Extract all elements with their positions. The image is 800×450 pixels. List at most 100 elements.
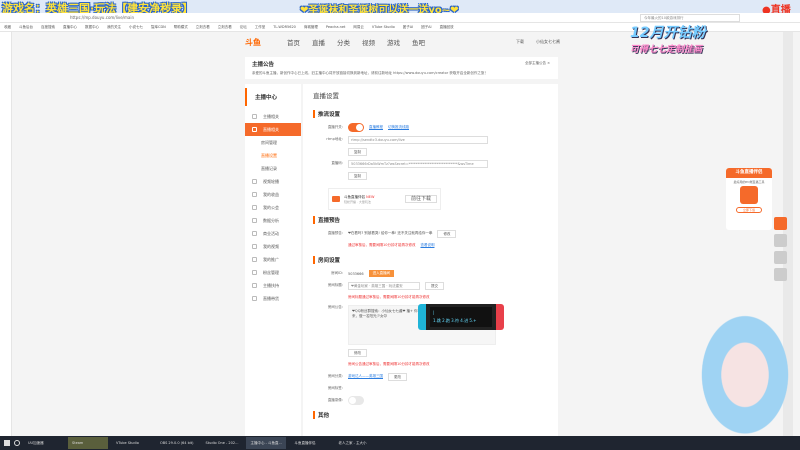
sidebar-sub-records[interactable]: 直播记录 xyxy=(245,162,301,175)
new-badge: NEW xyxy=(366,194,375,199)
bookmark-item[interactable]: 百度搜索 xyxy=(41,23,55,31)
bookmark-item[interactable]: VTube Studio xyxy=(372,23,395,31)
ad-desc: 最好用的PC端直播工具 xyxy=(733,180,765,184)
bookmark-item[interactable]: 智库CDN xyxy=(151,23,166,31)
taskbar-app[interactable]: Studio One - 202... xyxy=(202,437,243,449)
rtmp-field[interactable]: rtmp://sendtc3.douyu.com/live xyxy=(348,135,488,144)
overlay-candidates: 1.跳 2.跑 3.符 4.进 5.+ xyxy=(433,318,477,323)
bookmark-item[interactable]: 我的关注 xyxy=(107,23,121,31)
nav-game[interactable]: 游戏 xyxy=(387,37,400,47)
sidebar-item-anchor[interactable]: 主播相关 xyxy=(245,110,301,123)
sidebar-item[interactable]: 数据分析 xyxy=(245,214,301,227)
sidebar-item[interactable]: 主播扶持 xyxy=(245,279,301,292)
bookmark-item[interactable]: 斗鱼后台 xyxy=(19,23,33,31)
sidebar-sub-room[interactable]: 房间管理 xyxy=(245,136,301,149)
bookmark-item[interactable]: 商城管理 xyxy=(304,23,318,31)
copy-key-button[interactable]: 复制 xyxy=(348,171,367,180)
bookmark-item[interactable]: 立刻去看 xyxy=(218,23,232,31)
download-tool-button[interactable]: 前往下载 xyxy=(404,195,437,203)
headset-icon[interactable] xyxy=(774,268,787,281)
sidebar-sub-settings[interactable]: 直播设置 xyxy=(245,149,301,162)
bookmark-item[interactable]: 工作室 xyxy=(255,23,266,31)
taskbar-app[interactable]: 主播中心 - 斗鱼直... xyxy=(246,437,287,449)
sidebar-item[interactable]: 粉丝管理 xyxy=(245,266,301,279)
taskbar-app[interactable]: Steam xyxy=(68,437,108,449)
camera-icon xyxy=(332,196,340,202)
play-icon[interactable] xyxy=(774,217,787,230)
taskbar-app[interactable]: OBS 29.0.0 (64 bit) xyxy=(156,437,198,449)
sidebar-item[interactable]: 我的收益 xyxy=(245,188,301,201)
taskbar-app[interactable]: VTube Studio xyxy=(112,437,152,449)
taskbar-app[interactable]: 斗鱼直播伴侣 xyxy=(290,437,330,449)
sidebar-item[interactable]: 直播带货 xyxy=(245,292,301,305)
sidebar-item[interactable]: 我的视频 xyxy=(245,240,301,253)
sidebar-more-items: 视频轮播我的收益 我的公会 数据分析 商业活动 我的视频我的推广粉丝管理主播扶持直播带货 xyxy=(245,175,301,305)
search-icon[interactable] xyxy=(14,440,20,446)
enter-room-button[interactable]: 进入直播间 xyxy=(368,270,395,277)
change-category-button[interactable]: 更改 xyxy=(388,372,407,381)
nav-category[interactable]: 分类 xyxy=(337,37,350,47)
bookmark-item[interactable]: 团子AI xyxy=(421,23,431,31)
copy-rtmp-button[interactable]: 复制 xyxy=(348,147,367,156)
bookmark-item[interactable]: 直播中心 xyxy=(63,23,77,31)
game-icon[interactable] xyxy=(774,251,787,264)
ad-title: 斗鱼直播伴侣 xyxy=(726,168,772,178)
browser-search-input[interactable]: 今年最火的10款游戏排行 xyxy=(640,14,740,22)
bookmark-item[interactable]: 收藏 xyxy=(4,23,11,31)
promo-banner: 12月开钻粉 可得七七定制挂画 xyxy=(630,22,770,66)
sidebar-item[interactable]: 商业活动 xyxy=(245,227,301,240)
room-title-input[interactable]: ❤黄金玩家 · 英雄三国 · 玩法建安 xyxy=(348,281,420,290)
menu-icon xyxy=(252,179,257,184)
user-menu[interactable]: 小仙女七七酱 xyxy=(536,39,560,45)
taskbar-app[interactable]: 老人之家 - 主大小 xyxy=(334,437,374,449)
live-icon xyxy=(252,127,257,132)
url-input[interactable]: https://mp.douyu.com/live/main xyxy=(70,14,570,22)
bookmark-item[interactable]: 网易云 xyxy=(353,23,364,31)
stream-key-field[interactable]: 5033666rDa5kWmTz?wsSecret=**************… xyxy=(348,159,488,168)
download-link[interactable]: 下载 xyxy=(516,39,524,45)
sidebar-item-label: 视频轮播 xyxy=(263,179,279,184)
category-link[interactable]: 游戏达人——英雄三国 xyxy=(348,374,383,379)
sidebar-item-label: 直播相关 xyxy=(263,127,279,132)
nav-video[interactable]: 视频 xyxy=(362,37,375,47)
sidebar-item-label: 主播扶持 xyxy=(263,283,279,288)
edit-announcement-button[interactable]: 修改 xyxy=(348,348,367,357)
nav-live[interactable]: 直播 xyxy=(312,37,325,47)
live-toggle[interactable] xyxy=(348,123,364,132)
tag-label: 房间标签: xyxy=(327,386,343,390)
bookmark-item[interactable]: Peacha.net xyxy=(326,23,345,31)
edit-preview-button[interactable]: 修改 xyxy=(437,229,457,238)
nav-yuba[interactable]: 鱼吧 xyxy=(412,37,425,47)
tutorial-link[interactable]: 直播教程 xyxy=(369,125,383,130)
bookmark-item[interactable]: 论坛 xyxy=(240,23,247,31)
bookmark-item[interactable]: 直播回放 xyxy=(440,23,454,31)
douyu-logo[interactable]: 斗鱼 xyxy=(245,37,275,48)
sidebar-item[interactable]: 我的公会 xyxy=(245,201,301,214)
banner-line1: 12月开钻粉 xyxy=(630,25,706,41)
bookmark-item[interactable]: 小说七七 xyxy=(129,23,143,31)
record-toggle[interactable] xyxy=(348,396,364,405)
ad-download-button[interactable]: 立即下载 xyxy=(736,207,762,213)
home-icon[interactable] xyxy=(774,234,787,247)
submit-title-button[interactable]: 提交 xyxy=(425,281,444,290)
section-room: 房间设置 xyxy=(313,256,548,264)
bookmark-item[interactable]: 数据中心 xyxy=(85,23,99,31)
bookmark-item[interactable]: TL-WDR5620 xyxy=(273,23,296,31)
windows-start-icon[interactable] xyxy=(4,440,10,446)
nav-home[interactable]: 首页 xyxy=(287,37,300,47)
sidebar-item-live[interactable]: 直播相关 xyxy=(245,123,301,136)
sidebar-item[interactable]: 我的推广 xyxy=(245,253,301,266)
switch-console-overlay: | 1.跳 2.跑 3.符 4.进 5.+ xyxy=(418,304,504,330)
sidebar-item-label: 我的推广 xyxy=(263,257,279,262)
sidebar-item-label: 直播带货 xyxy=(263,296,279,301)
preview-note: 通过审核后，需要间隔10分钟才能再次修改 xyxy=(348,243,416,247)
bookmark-item[interactable]: 团子AI xyxy=(403,23,413,31)
sidebar-item[interactable]: 视频轮播 xyxy=(245,175,301,188)
taskbar-app[interactable]: UU加速器 xyxy=(24,437,64,449)
all-announcements-link[interactable]: 全部主播公告 × xyxy=(525,61,550,66)
switch-line-link[interactable]: 切换推流线路 xyxy=(388,125,409,130)
menu-icon xyxy=(252,218,257,223)
view-explanation-link[interactable]: 查看说明 xyxy=(420,243,434,248)
bookmark-item[interactable]: 立刻去看 xyxy=(196,23,210,31)
bookmark-item[interactable]: 帮助模式 xyxy=(174,23,188,31)
